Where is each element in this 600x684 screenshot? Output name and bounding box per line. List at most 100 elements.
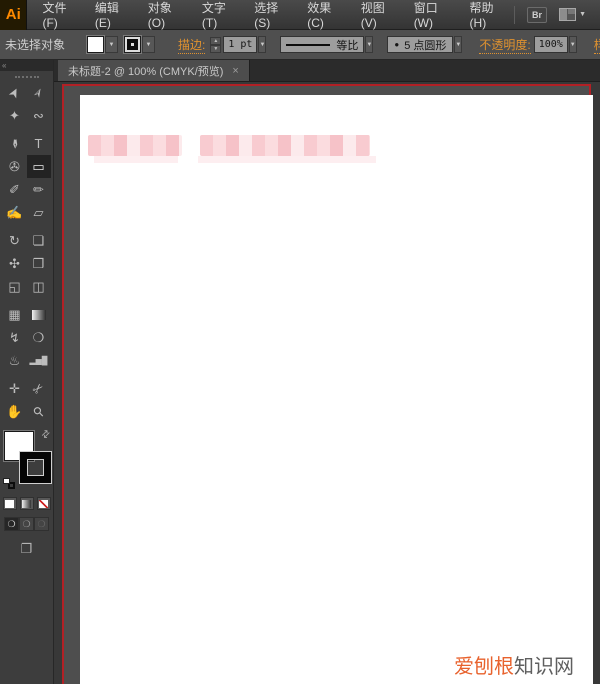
hand-icon: ✋ (6, 404, 22, 420)
brush-dropdown-button[interactable]: ▼ (454, 36, 462, 53)
perspective-grid-tool[interactable]: ◫ (27, 275, 51, 298)
eyedropper-tool[interactable]: ↯ (3, 326, 27, 349)
menu-item-7[interactable]: 视图(V) (352, 0, 405, 30)
menu-item-8[interactable]: 窗口(W) (405, 0, 461, 30)
fill-dropdown-button[interactable]: ▼ (105, 36, 118, 53)
document-tab[interactable]: 未标题-2 @ 100% (CMYK/预览) × (58, 60, 250, 81)
free-transform-tool[interactable]: ❒ (27, 252, 51, 275)
redacted-text-shadow (94, 156, 178, 163)
stroke-width-stepper[interactable]: ▲ ▼ (210, 37, 221, 53)
paint-style-buttons (3, 497, 51, 510)
brush-definition-select[interactable]: ● 5 点圆形 (387, 36, 453, 53)
watermark: 爱刨根知识网 (454, 650, 574, 679)
gradient-tool[interactable] (27, 303, 51, 326)
column-graph-icon: ▂▅█ (30, 356, 48, 365)
symbol-sprayer-icon: ♨ (9, 353, 21, 369)
menu-item-2[interactable]: 编辑(E) (86, 0, 139, 30)
pencil-icon: ✏ (33, 182, 44, 198)
column-graph-tool[interactable]: ▂▅█ (27, 349, 51, 372)
hand-tool[interactable]: ✋ (3, 400, 27, 423)
menu-item-5[interactable]: 选择(S) (245, 0, 298, 30)
stroke-width-input[interactable]: 1 pt (223, 36, 257, 53)
none-button[interactable] (37, 497, 51, 510)
opacity-dropdown-button[interactable]: ▼ (569, 36, 577, 53)
profile-dropdown-button[interactable]: ▼ (365, 36, 373, 53)
opacity-panel-link[interactable]: 不透明度: (479, 36, 530, 54)
draw-inside-button[interactable]: ❍ (34, 517, 49, 531)
menu-item-3[interactable]: 对象(O) (139, 0, 193, 30)
rotate-tool[interactable]: ↻ (3, 229, 27, 252)
paintbrush-tool[interactable]: ✐ (3, 178, 27, 201)
blend-tool[interactable]: ❍ (27, 326, 51, 349)
artboard[interactable] (80, 95, 593, 684)
menu-item-9[interactable]: 帮助(H) (461, 0, 515, 30)
rectangle-tool[interactable]: ▭ (27, 155, 51, 178)
pen-tool[interactable]: ✒ (3, 132, 27, 155)
default-fill-stroke-icon[interactable] (3, 478, 15, 489)
draw-normal-button[interactable]: ❍ (4, 517, 19, 531)
mesh-tool[interactable]: ▦ (3, 303, 27, 326)
watermark-rest: 知识网 (514, 656, 574, 678)
fill-color-control: ▼ (87, 36, 118, 53)
mesh-icon: ▦ (8, 307, 20, 323)
tools-panel-grip[interactable] (15, 76, 39, 78)
screen-mode-button[interactable]: ❐ (21, 541, 33, 557)
zoom-tool[interactable]: ⚲ (27, 400, 51, 423)
workspace-switcher-button[interactable]: ▼ (559, 8, 586, 21)
magic-wand-icon: ✦ (9, 108, 20, 124)
blob-brush-tool[interactable]: ✍ (3, 201, 27, 224)
tool-grid: ➤➢ ✦ ∾ ✒ T✇ ▭ ✐ ✏ ✍ ▱ ↻ ❏✣ ❒ ◱◫ ▦ ↯ ❍ ♨ ▂▅█ ✛ ✂ ✋ ⚲ (3, 81, 51, 423)
scale-tool[interactable]: ❏ (27, 229, 51, 252)
bridge-button[interactable]: Br (527, 7, 547, 23)
stepper-up-icon[interactable]: ▲ (210, 37, 221, 45)
slice-icon: ✂ (29, 379, 48, 398)
lasso-tool[interactable]: ∾ (27, 104, 51, 127)
stepper-down-icon[interactable]: ▼ (210, 45, 221, 53)
drawing-mode-buttons: ❍❍❍ (4, 517, 49, 531)
stroke-color-swatch[interactable] (124, 36, 141, 53)
eyedropper-icon: ↯ (9, 330, 20, 346)
canvas[interactable]: 爱刨根知识网 (54, 82, 600, 684)
redacted-text-block (200, 135, 370, 156)
color-button[interactable] (3, 497, 17, 510)
magic-wand-tool[interactable]: ✦ (3, 104, 27, 127)
slice-tool[interactable]: ✂ (27, 377, 51, 400)
swap-fill-stroke-icon[interactable]: ⇄ (39, 428, 53, 442)
brush-definition-label: 5 点圆形 (404, 37, 446, 53)
type-tool[interactable]: T (27, 132, 51, 155)
spiral-tool[interactable]: ✇ (3, 155, 27, 178)
width-profile-select[interactable]: 等比 (280, 36, 364, 53)
selection-status-label: 未选择对象 (5, 36, 65, 53)
default-fill-mini (3, 478, 10, 484)
shape-builder-tool[interactable]: ◱ (3, 275, 27, 298)
pen-icon: ✒ (7, 138, 23, 149)
selection-tool[interactable]: ➤ (3, 81, 27, 104)
rotate-icon: ↻ (9, 233, 20, 249)
style-panel-link[interactable]: 样式 (594, 36, 600, 54)
rectangle-icon: ▭ (32, 159, 44, 175)
gradient-button[interactable] (20, 497, 34, 510)
artboard-tool[interactable]: ✛ (3, 377, 27, 400)
blob-brush-icon: ✍ (6, 205, 22, 221)
width-tool[interactable]: ✣ (3, 252, 27, 275)
draw-behind-button[interactable]: ❍ (19, 517, 34, 531)
menu-item-1[interactable]: 文件(F) (33, 0, 85, 30)
stroke-width-dropdown-button[interactable]: ▼ (258, 36, 266, 53)
stroke-proxy-swatch[interactable] (20, 452, 51, 483)
zoom-icon: ⚲ (29, 402, 47, 420)
opacity-input[interactable]: 100% (534, 36, 568, 53)
stroke-panel-link[interactable]: 描边: (178, 36, 205, 54)
close-icon[interactable]: × (232, 65, 238, 77)
symbol-sprayer-tool[interactable]: ♨ (3, 349, 27, 372)
free-transform-icon: ❒ (33, 256, 45, 272)
menu-item-4[interactable]: 文字(T) (193, 0, 245, 30)
pencil-tool[interactable]: ✏ (27, 178, 51, 201)
fill-color-swatch[interactable] (87, 36, 104, 53)
direct-selection-tool[interactable]: ➢ (27, 81, 51, 104)
eraser-tool[interactable]: ▱ (27, 201, 51, 224)
dock-collapse-button[interactable]: « (0, 60, 53, 71)
artboard-icon: ✛ (9, 381, 20, 397)
menu-item-6[interactable]: 效果(C) (298, 0, 352, 30)
stroke-dropdown-button[interactable]: ▼ (142, 36, 155, 53)
lasso-icon: ∾ (33, 108, 44, 124)
